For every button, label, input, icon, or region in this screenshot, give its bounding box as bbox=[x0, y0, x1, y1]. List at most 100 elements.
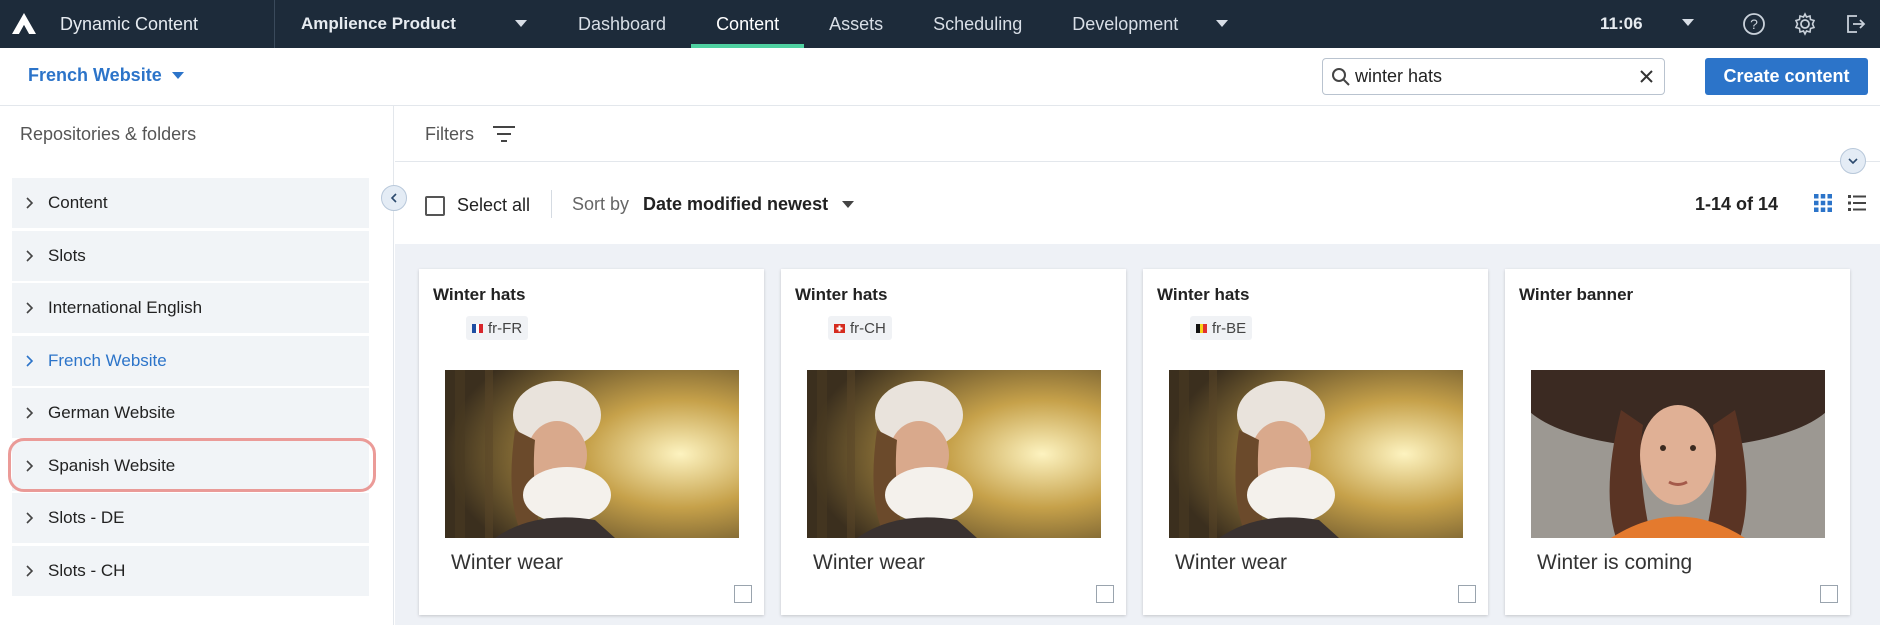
svg-text:?: ? bbox=[1750, 16, 1758, 32]
locale-badge: fr-BE bbox=[1190, 316, 1253, 340]
result-count: 1-14 of 14 bbox=[1695, 194, 1779, 214]
sidebar-item-french-website[interactable]: French Website bbox=[12, 335, 369, 386]
sidebar-item-label: International English bbox=[48, 298, 203, 317]
nav-assets[interactable]: Assets bbox=[804, 0, 908, 48]
chevron-down-icon bbox=[171, 71, 184, 79]
search-input[interactable]: winter hats bbox=[1322, 58, 1665, 95]
clock-time: 11:06 bbox=[1600, 14, 1643, 33]
repository-hub-dropdown[interactable]: French Website bbox=[28, 65, 184, 86]
card-title: Winter wear bbox=[813, 551, 926, 574]
locale-badge: fr-CH bbox=[828, 316, 892, 340]
nav-scheduling[interactable]: Scheduling bbox=[908, 0, 1047, 48]
select-all-control[interactable]: Select all bbox=[425, 195, 530, 216]
card-content-type: Winter hats bbox=[1157, 285, 1250, 304]
card-select-checkbox[interactable] bbox=[1458, 585, 1476, 603]
sidebar-heading: Repositories & folders bbox=[20, 124, 197, 144]
nav-dashboard[interactable]: Dashboard bbox=[553, 0, 691, 48]
sidebar-item-slots-de[interactable]: Slots - DE bbox=[12, 493, 369, 543]
sidebar-item-label: Slots - DE bbox=[48, 508, 125, 527]
clear-search-icon[interactable] bbox=[1639, 69, 1654, 84]
sidebar-item-slots-ch[interactable]: Slots - CH bbox=[12, 545, 369, 596]
chevron-down-icon bbox=[515, 20, 527, 27]
switzerland-flag-icon bbox=[834, 323, 845, 333]
woman-winter-hat-photo bbox=[1169, 370, 1463, 538]
settings-gear-icon[interactable] bbox=[1793, 12, 1817, 36]
select-all-checkbox[interactable] bbox=[425, 195, 445, 216]
filters-bar: Filters bbox=[395, 106, 1880, 162]
sidebar-item-label: Slots bbox=[48, 245, 86, 265]
amplience-logo-icon[interactable] bbox=[0, 0, 48, 48]
card-title: Winter is coming bbox=[1537, 551, 1693, 574]
locale-code: fr-FR bbox=[488, 319, 523, 337]
chevron-right-icon bbox=[26, 512, 48, 524]
sort-control[interactable]: Sort by Date modified newest bbox=[572, 194, 855, 215]
create-content-button[interactable]: Create content bbox=[1705, 58, 1868, 95]
app-title: Dynamic Content bbox=[60, 13, 199, 34]
hub-selector[interactable]: Amplience Product bbox=[275, 0, 553, 48]
hub-select-label: French Website bbox=[28, 65, 162, 85]
locale-code: fr-BE bbox=[1212, 319, 1247, 337]
card-content-type: Winter hats bbox=[795, 285, 888, 304]
list-view-icon[interactable] bbox=[1848, 194, 1866, 212]
sidebar-item-label: Slots - CH bbox=[48, 560, 126, 580]
sub-header: French Website winter hats Create conten… bbox=[0, 48, 1880, 106]
select-all-label: Select all bbox=[457, 195, 531, 215]
nav-more-chevron-icon[interactable] bbox=[1203, 0, 1241, 48]
locale-badge: fr-FR bbox=[466, 316, 529, 340]
card-content-type: Winter hats bbox=[433, 285, 526, 304]
content-card[interactable]: Winter hats fr-BE Winter wear bbox=[1143, 269, 1488, 615]
chevron-down-icon bbox=[842, 200, 855, 208]
grid-view-icon[interactable] bbox=[1814, 194, 1832, 212]
hub-name: Amplience Product bbox=[301, 14, 456, 33]
timezone-chevron-down-icon[interactable] bbox=[1682, 19, 1694, 27]
nav-development[interactable]: Development bbox=[1047, 0, 1203, 48]
content-card[interactable]: Winter hats fr-CH Winter wear bbox=[781, 269, 1126, 615]
card-select-checkbox[interactable] bbox=[734, 585, 752, 603]
sidebar-item-content[interactable]: Content bbox=[12, 178, 369, 228]
card-content-type: Winter banner bbox=[1519, 285, 1634, 304]
divider bbox=[551, 190, 552, 218]
card-title: Winter wear bbox=[451, 551, 564, 574]
sort-value: Date modified newest bbox=[643, 194, 829, 214]
search-value: winter hats bbox=[1355, 66, 1443, 86]
content-grid: Winter hats fr-FR Winter wear Winter hat… bbox=[395, 244, 1880, 625]
chevron-right-icon bbox=[26, 302, 48, 314]
main-nav: Dashboard Content Assets Scheduling Deve… bbox=[553, 0, 1241, 48]
search-icon bbox=[1332, 68, 1350, 86]
card-title: Winter wear bbox=[1175, 551, 1288, 574]
sidebar-item-label: German Website bbox=[48, 403, 176, 422]
filter-icon[interactable] bbox=[492, 125, 516, 143]
sort-label: Sort by bbox=[572, 194, 630, 214]
filters-label[interactable]: Filters bbox=[425, 124, 474, 145]
expand-filters-button[interactable] bbox=[1840, 148, 1866, 174]
content-card[interactable]: Winter banner Winter is coming bbox=[1505, 269, 1850, 615]
chevron-right-icon bbox=[26, 564, 48, 577]
woman-winter-hat-photo bbox=[807, 370, 1101, 538]
card-select-checkbox[interactable] bbox=[1096, 585, 1114, 603]
sidebar-item-label: French Website bbox=[48, 350, 167, 370]
repository-tree: Content Slots International English Fren… bbox=[12, 178, 369, 598]
nav-content[interactable]: Content bbox=[691, 0, 805, 48]
belgium-flag-icon bbox=[1196, 323, 1208, 333]
woman-winter-hat-photo bbox=[445, 370, 739, 538]
woman-brown-hat-photo bbox=[1531, 370, 1825, 538]
top-nav-bar: Dynamic Content Amplience Product Dashbo… bbox=[0, 0, 1880, 48]
results-toolbar: Select all Sort by Date modified newest … bbox=[395, 172, 1880, 242]
sidebar-item-german-website[interactable]: German Website bbox=[12, 388, 369, 438]
sidebar: Repositories & folders Content Slots Int… bbox=[0, 106, 394, 625]
chevron-down-icon bbox=[1848, 158, 1858, 165]
chevron-right-icon bbox=[26, 407, 48, 419]
locale-code: fr-CH bbox=[850, 319, 886, 337]
chevron-right-icon bbox=[26, 249, 48, 262]
chevron-right-icon bbox=[26, 354, 48, 367]
france-flag-icon bbox=[472, 323, 484, 333]
highlight-annotation bbox=[8, 438, 376, 492]
card-select-checkbox[interactable] bbox=[1820, 585, 1838, 603]
chevron-right-icon bbox=[26, 197, 48, 209]
sidebar-item-label: Content bbox=[48, 193, 108, 212]
sidebar-item-international-english[interactable]: International English bbox=[12, 283, 369, 333]
logout-icon[interactable] bbox=[1843, 12, 1867, 36]
content-card[interactable]: Winter hats fr-FR Winter wear bbox=[419, 269, 764, 615]
sidebar-item-slots[interactable]: Slots bbox=[12, 230, 369, 281]
help-icon[interactable]: ? bbox=[1742, 12, 1766, 36]
